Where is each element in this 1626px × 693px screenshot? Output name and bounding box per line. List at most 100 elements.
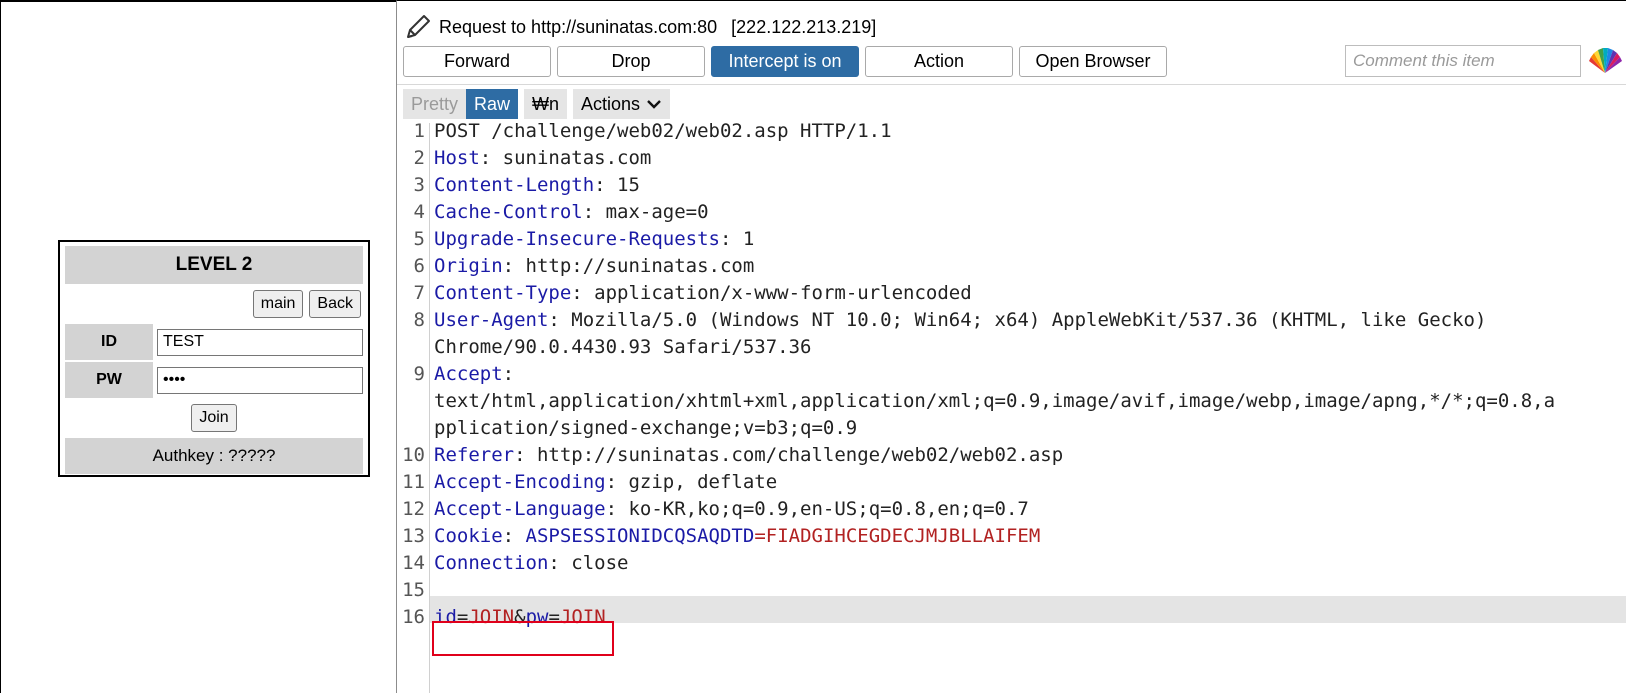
header-name: Cache-Control — [434, 201, 583, 223]
line-number: 7 — [413, 282, 425, 304]
line-number: 10 — [402, 444, 425, 466]
header-name: Accept — [434, 363, 503, 385]
view-mode-group: Pretty Raw — [403, 89, 519, 119]
pencil-icon — [407, 15, 430, 38]
form-nav: main Back — [65, 286, 363, 322]
code-line: Accept-Encoding: gzip, deflate — [434, 471, 777, 493]
code-line: Accept-Language: ko-KR,ko;q=0.9,en-US;q=… — [434, 498, 1029, 520]
message-view-tabs: Pretty Raw ₩n Actions — [403, 89, 671, 119]
line-text: Chrome/90.0.4430.93 Safari/537.36 — [434, 336, 812, 358]
code-line: text/html,application/xhtml+xml,applicat… — [434, 390, 1555, 412]
drop-button[interactable]: Drop — [557, 46, 705, 77]
code-line: Content-Length: 15 — [434, 174, 640, 196]
code-line: Cookie: ASPSESSIONIDCQSAQDTD=FIADGIHCEGD… — [434, 525, 1040, 547]
body-highlight-box — [432, 621, 614, 656]
header-name: Connection — [434, 552, 549, 574]
code-line: Connection: close — [434, 552, 628, 574]
main-button[interactable]: main — [252, 290, 304, 318]
line-number: 13 — [402, 525, 425, 547]
actions-label: Actions — [581, 93, 641, 114]
code-line: pplication/signed-exchange;v=b3;q=0.9 — [434, 417, 857, 439]
code-line: Host: suninatas.com — [434, 147, 651, 169]
line-text: text/html,application/xhtml+xml,applicat… — [434, 390, 1556, 412]
request-header-bar: Request to http://suninatas.com:80 [222.… — [403, 9, 876, 45]
comment-input[interactable] — [1345, 45, 1581, 77]
header-name: Accept-Encoding — [434, 471, 606, 493]
header-name: Upgrade-Insecure-Requests — [434, 228, 720, 250]
code-line: Referer: http://suninatas.com/challenge/… — [434, 444, 1063, 466]
chevron-down-icon — [647, 100, 661, 109]
header-value: : 1 — [719, 228, 755, 250]
intercept-toolbar: Forward Drop Intercept is on Action Open… — [403, 46, 1167, 77]
header-value: : ko-KR,ko;q=0.9,en-US;q=0.8,en;q=0.7 — [605, 498, 1029, 520]
header-name: Cookie — [434, 525, 503, 547]
code-line: Cache-Control: max-age=0 — [434, 201, 709, 223]
line-number: 2 — [413, 147, 425, 169]
newline-toggle-button[interactable]: ₩n — [524, 89, 568, 119]
header-name: Referer — [434, 444, 515, 466]
header-name: Host — [434, 147, 480, 169]
highlight-color-icon[interactable] — [1587, 45, 1623, 77]
line-number: 8 — [413, 309, 425, 331]
header-value: : gzip, deflate — [605, 471, 778, 493]
header-value: : — [502, 525, 526, 547]
header-name: Accept-Language — [434, 498, 606, 520]
request-title: Request to http://suninatas.com:80 — [439, 16, 718, 37]
code-line: Accept: — [434, 363, 514, 385]
burp-intercept-panel: Request to http://suninatas.com:80 [222.… — [396, 0, 1626, 693]
id-label: ID — [65, 324, 153, 360]
tab-raw[interactable]: Raw — [466, 89, 519, 119]
forward-button[interactable]: Forward — [403, 46, 551, 77]
authkey-text: Authkey : ????? — [65, 438, 363, 474]
code-line: Chrome/90.0.4430.93 Safari/537.36 — [434, 336, 812, 358]
header-value: : http://suninatas.com — [502, 255, 755, 277]
header-name: User-Agent — [434, 309, 549, 331]
pw-row: PW — [65, 362, 363, 398]
form-title: LEVEL 2 — [65, 246, 363, 284]
line-number: 16 — [402, 606, 425, 628]
cookie-value: FIADGIHCEGDECJMJBLLAIFEM — [765, 525, 1041, 547]
code-line: Content-Type: application/x-www-form-url… — [434, 282, 972, 304]
cookie-eq: = — [754, 525, 766, 547]
line-number: 6 — [413, 255, 425, 277]
header-name: Origin — [434, 255, 503, 277]
line-number: 14 — [402, 552, 425, 574]
id-value-cell — [153, 324, 363, 360]
line-number: 1 — [413, 120, 425, 142]
header-value: : 15 — [594, 174, 640, 196]
header-value: : application/x-www-form-urlencoded — [571, 282, 972, 304]
id-row: ID — [65, 324, 363, 360]
header-name: Content-Length — [434, 174, 595, 196]
code-line: POST /challenge/web02/web02.asp HTTP/1.1 — [434, 120, 892, 142]
line-number: 9 — [413, 363, 425, 385]
open-browser-button[interactable]: Open Browser — [1019, 46, 1167, 77]
line-number: 5 — [413, 228, 425, 250]
cookie-name: ASPSESSIONIDCQSAQDTD — [525, 525, 755, 547]
pw-label: PW — [65, 362, 153, 398]
header-value: : http://suninatas.com/challenge/web02/w… — [514, 444, 1064, 466]
header-name: Content-Type — [434, 282, 572, 304]
actions-menu-button[interactable]: Actions — [573, 89, 671, 119]
header-value: : — [502, 363, 515, 385]
gutter-divider — [429, 123, 430, 693]
join-row: Join — [65, 400, 363, 436]
login-page-area: LEVEL 2 main Back ID PW Join Authkey : ?… — [0, 0, 396, 693]
header-value: : close — [548, 552, 629, 574]
pw-input[interactable] — [157, 366, 363, 394]
line-number: 3 — [413, 174, 425, 196]
line-text: POST /challenge/web02/web02.asp HTTP/1.1 — [434, 120, 892, 142]
level-2-form: LEVEL 2 main Back ID PW Join Authkey : ?… — [58, 240, 370, 477]
join-button[interactable]: Join — [191, 404, 237, 432]
id-input[interactable] — [157, 328, 363, 356]
action-button[interactable]: Action — [865, 46, 1013, 77]
line-number: 4 — [413, 201, 425, 223]
raw-request-editor[interactable]: 1 POST /challenge/web02/web02.asp HTTP/1.… — [397, 120, 1626, 693]
pw-value-cell — [153, 362, 363, 398]
line-number: 15 — [402, 579, 425, 601]
current-line-highlight — [430, 596, 1626, 623]
intercept-toggle-button[interactable]: Intercept is on — [711, 46, 859, 77]
toolbar-divider — [397, 84, 1626, 85]
back-button[interactable]: Back — [309, 290, 361, 318]
line-number: 12 — [402, 498, 425, 520]
tab-pretty[interactable]: Pretty — [403, 89, 467, 119]
